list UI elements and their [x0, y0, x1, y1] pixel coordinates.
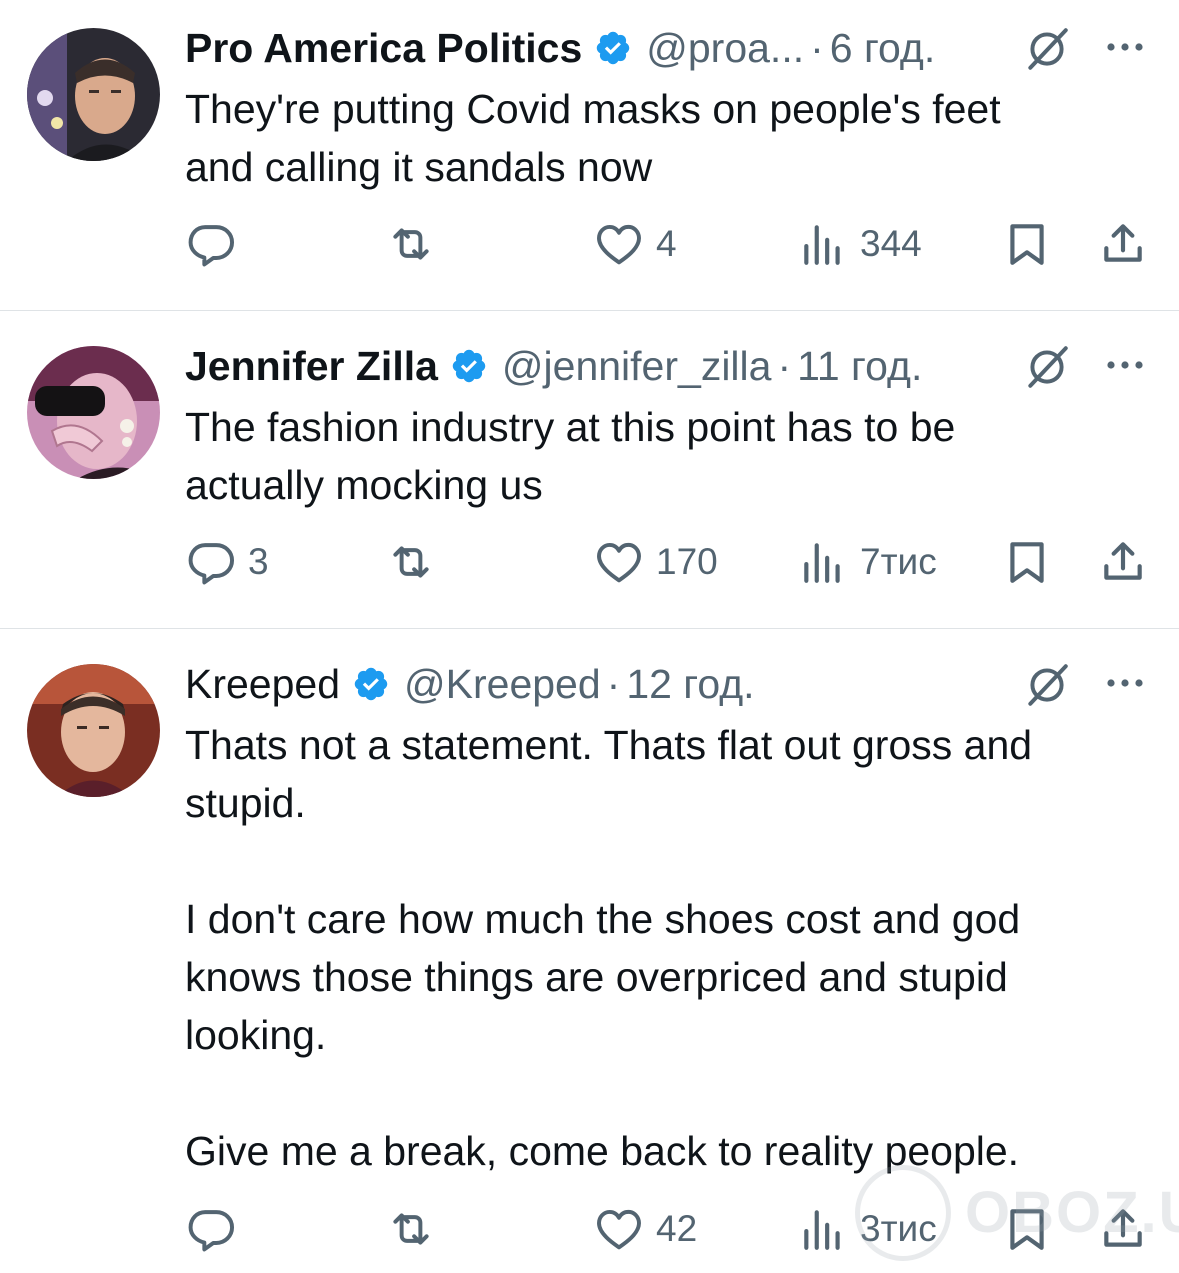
- watermark: OBOZ.UA: [855, 1160, 1179, 1265]
- grok-icon[interactable]: [1022, 342, 1072, 392]
- tweet-text: They're putting Covid masks on people's …: [185, 86, 1001, 190]
- avatar-photo: [27, 664, 160, 797]
- view-count: 344: [860, 223, 922, 264]
- views-button[interactable]: 344: [798, 214, 922, 274]
- grok-icon[interactable]: [1022, 660, 1072, 710]
- timestamp[interactable]: 11 год.: [797, 343, 922, 390]
- like-button[interactable]: 4: [594, 214, 677, 274]
- tweet-text: Thats not a statement. Thats flat out gr…: [185, 722, 1033, 1174]
- reply-icon: [186, 219, 236, 269]
- bookmark-button[interactable]: [1002, 532, 1052, 592]
- avatar[interactable]: [27, 28, 160, 161]
- avatar[interactable]: [27, 346, 160, 479]
- action-bar: 3 170 7тис: [0, 532, 1179, 592]
- retweet-icon: [386, 219, 436, 269]
- author-handle[interactable]: @jennifer_zilla: [502, 343, 772, 390]
- bar-chart-icon: [798, 219, 848, 269]
- retweet-button[interactable]: [386, 1199, 448, 1259]
- timestamp[interactable]: 6 год.: [830, 25, 935, 72]
- reply-count: 3: [248, 541, 269, 582]
- separator-dot: ·: [810, 24, 824, 71]
- retweet-button[interactable]: [386, 214, 448, 274]
- separator-dot: ·: [606, 660, 621, 707]
- tweet-divider: [0, 628, 1179, 629]
- view-count: 7тис: [860, 541, 937, 582]
- tweet-text: The fashion industry at this point has t…: [185, 404, 956, 508]
- separator-dot: ·: [777, 342, 792, 389]
- verified-badge-icon: [594, 29, 632, 67]
- like-count: 4: [656, 223, 677, 264]
- like-button[interactable]: 42: [594, 1199, 697, 1259]
- tweet-divider: [0, 310, 1179, 311]
- tweet[interactable]: Jennifer Zilla @jennifer_zilla · 11 год.…: [0, 336, 1179, 626]
- grok-icon[interactable]: [1022, 24, 1072, 74]
- author-name[interactable]: Kreeped: [185, 661, 340, 708]
- heart-icon: [594, 1204, 644, 1254]
- watermark-logo-icon: [855, 1164, 951, 1261]
- retweet-button[interactable]: [386, 532, 448, 592]
- like-count: 170: [656, 541, 718, 582]
- author-handle[interactable]: @proa...: [646, 25, 804, 72]
- author-handle[interactable]: @Kreeped: [404, 661, 601, 708]
- bookmark-icon: [1002, 219, 1052, 269]
- author-name[interactable]: Pro America Politics: [185, 25, 582, 72]
- more-icon[interactable]: [1104, 358, 1146, 372]
- action-bar: 4 344: [0, 214, 1179, 274]
- more-icon[interactable]: [1104, 40, 1146, 54]
- retweet-icon: [386, 537, 436, 587]
- share-icon: [1098, 219, 1148, 269]
- like-count: 42: [656, 1208, 698, 1249]
- share-button[interactable]: [1098, 214, 1148, 274]
- share-icon: [1098, 537, 1148, 587]
- timestamp[interactable]: 12 год.: [626, 661, 754, 708]
- views-button[interactable]: 7тис: [798, 532, 937, 592]
- avatar[interactable]: [27, 664, 160, 797]
- avatar-photo: [27, 28, 160, 161]
- heart-icon: [594, 219, 644, 269]
- verified-badge-icon: [352, 665, 390, 703]
- reply-button[interactable]: 3: [186, 532, 269, 592]
- avatar-photo: [27, 346, 160, 479]
- more-icon[interactable]: [1104, 676, 1146, 690]
- bar-chart-icon: [798, 537, 848, 587]
- author-name[interactable]: Jennifer Zilla: [185, 343, 438, 390]
- reply-button[interactable]: [186, 214, 248, 274]
- reply-icon: [186, 537, 236, 587]
- tweet[interactable]: Pro America Politics @proa... · 6 год. T…: [0, 18, 1179, 308]
- bookmark-button[interactable]: [1002, 214, 1052, 274]
- reply-button[interactable]: [186, 1199, 248, 1259]
- like-button[interactable]: 170: [594, 532, 718, 592]
- bar-chart-icon: [798, 1204, 848, 1254]
- share-button[interactable]: [1098, 532, 1148, 592]
- bookmark-icon: [1002, 537, 1052, 587]
- verified-badge-icon: [450, 347, 488, 385]
- watermark-text: OBOZ.UA: [965, 1180, 1179, 1245]
- heart-icon: [594, 537, 644, 587]
- reply-icon: [186, 1204, 236, 1254]
- retweet-icon: [386, 1204, 436, 1254]
